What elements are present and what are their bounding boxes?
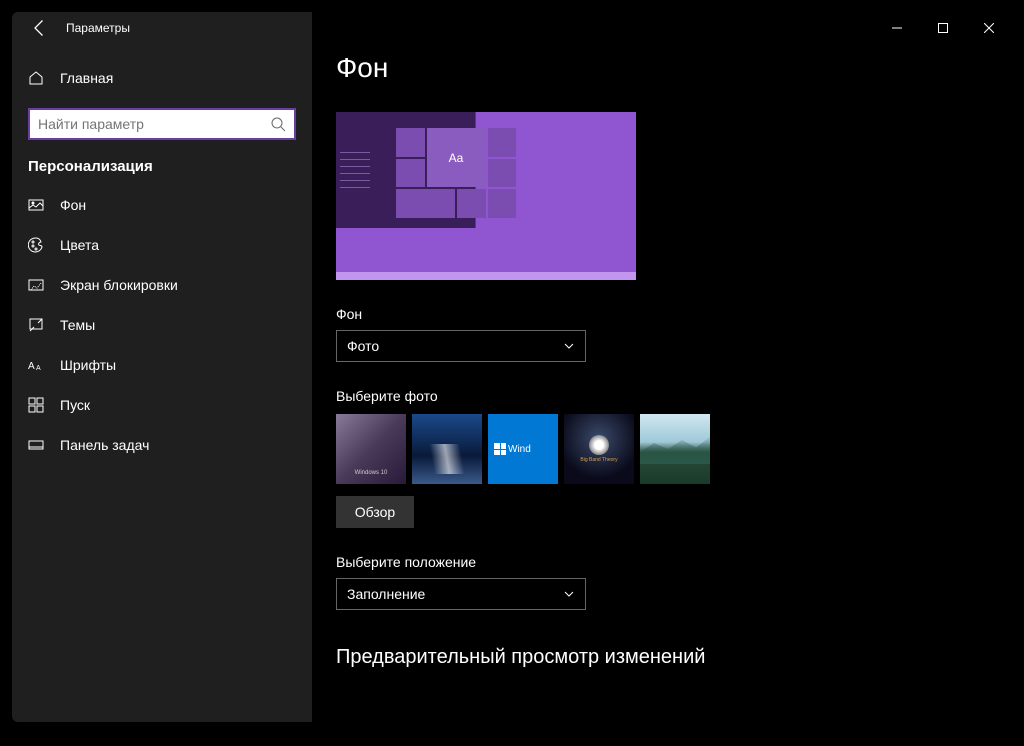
lockscreen-icon: [28, 277, 44, 293]
svg-text:A: A: [36, 365, 41, 372]
main-content: Фон Aa Фон Фото Выберите фото Windows 10: [312, 12, 1012, 722]
photo-thumbnails: Windows 10 Wind Big Band Theory: [336, 414, 988, 484]
preview-sample-text: Aa: [427, 128, 486, 187]
palette-icon: [28, 237, 44, 253]
search-box[interactable]: [28, 108, 296, 140]
search-icon: [270, 116, 286, 132]
chevron-down-icon: [563, 340, 575, 352]
close-button[interactable]: [966, 12, 1012, 44]
titlebar: Параметры: [12, 12, 1012, 44]
fit-select[interactable]: Заполнение: [336, 578, 586, 610]
back-button[interactable]: [30, 18, 50, 38]
sidebar-item-lockscreen[interactable]: Экран блокировки: [12, 265, 312, 305]
minimize-button[interactable]: [874, 12, 920, 44]
taskbar-icon: [28, 437, 44, 453]
fit-label: Выберите положение: [336, 554, 988, 570]
picture-icon: [28, 197, 44, 213]
sidebar-item-start[interactable]: Пуск: [12, 385, 312, 425]
choose-photo-label: Выберите фото: [336, 388, 988, 404]
preview-changes-heading: Предварительный просмотр изменений: [336, 646, 988, 669]
sidebar-item-fonts[interactable]: AA Шрифты: [12, 345, 312, 385]
photo-thumb-1[interactable]: Windows 10: [336, 414, 406, 484]
sidebar-item-label: Пуск: [60, 397, 90, 413]
sidebar-item-colors[interactable]: Цвета: [12, 225, 312, 265]
themes-icon: [28, 317, 44, 333]
sidebar-item-label: Экран блокировки: [60, 277, 178, 293]
sidebar-item-label: Цвета: [60, 237, 99, 253]
sidebar-item-label: Темы: [60, 317, 95, 333]
chevron-down-icon: [563, 588, 575, 600]
background-type-label: Фон: [336, 306, 988, 322]
sidebar-item-taskbar[interactable]: Панель задач: [12, 425, 312, 465]
search-input[interactable]: [38, 116, 270, 132]
sidebar-item-label: Шрифты: [60, 357, 116, 373]
fonts-icon: AA: [28, 357, 44, 373]
app-title: Параметры: [66, 21, 130, 35]
photo-thumb-4[interactable]: Big Band Theory: [564, 414, 634, 484]
background-type-select[interactable]: Фото: [336, 330, 586, 362]
sidebar-item-label: Фон: [60, 197, 86, 213]
photo-thumb-2[interactable]: [412, 414, 482, 484]
home-label: Главная: [60, 70, 113, 86]
background-preview: Aa: [336, 112, 636, 280]
sidebar-item-themes[interactable]: Темы: [12, 305, 312, 345]
photo-thumb-5[interactable]: [640, 414, 710, 484]
sidebar-item-background[interactable]: Фон: [12, 185, 312, 225]
svg-text:A: A: [28, 361, 35, 372]
browse-button[interactable]: Обзор: [336, 496, 414, 528]
sidebar: Главная Персонализация Фон Цвета Экран б…: [12, 12, 312, 722]
select-value: Фото: [347, 338, 379, 354]
category-header: Персонализация: [12, 140, 312, 185]
home-button[interactable]: Главная: [12, 60, 312, 96]
maximize-button[interactable]: [920, 12, 966, 44]
photo-thumb-3[interactable]: Wind: [488, 414, 558, 484]
sidebar-item-label: Панель задач: [60, 437, 149, 453]
page-title: Фон: [336, 52, 988, 84]
start-icon: [28, 397, 44, 413]
select-value: Заполнение: [347, 586, 425, 602]
